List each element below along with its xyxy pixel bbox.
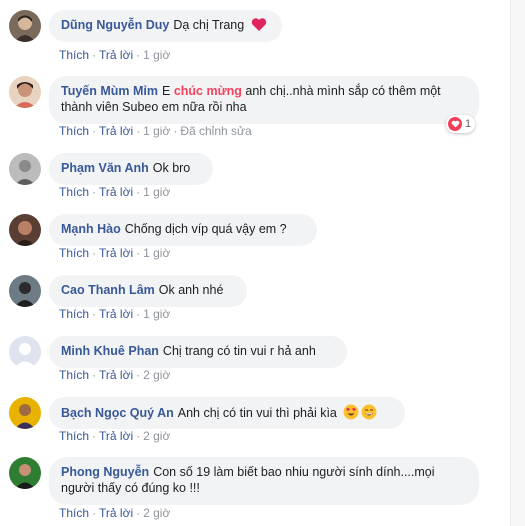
separator: · xyxy=(92,307,97,321)
timestamp[interactable]: 1 giờ xyxy=(143,124,170,138)
separator: · xyxy=(136,368,141,382)
separator: · xyxy=(136,185,141,199)
edited-label[interactable]: Đã chỉnh sửa xyxy=(180,124,251,138)
avatar[interactable] xyxy=(9,275,41,307)
comment-text: Chị trang có tin vui r hả anh xyxy=(162,344,316,358)
comment-text: Ok anh nhé xyxy=(158,283,224,297)
commenter-name[interactable]: Phạm Văn Anh xyxy=(61,161,149,175)
avatar[interactable] xyxy=(9,76,41,108)
separator: · xyxy=(173,124,178,138)
comment-text: Ok bro xyxy=(152,161,191,175)
timestamp[interactable]: 1 giờ xyxy=(143,246,170,260)
comment-actions: Thích · Trả lời · 2 giờ xyxy=(59,429,170,443)
commenter-name[interactable]: Minh Khuê Phan xyxy=(61,344,159,358)
separator: · xyxy=(92,124,97,138)
reply-link[interactable]: Trả lời xyxy=(99,368,133,382)
avatar[interactable] xyxy=(9,457,41,489)
scrollbar[interactable] xyxy=(510,0,525,526)
like-link[interactable]: Thích xyxy=(59,246,89,260)
avatar[interactable] xyxy=(9,153,41,185)
scrollbar-thumb[interactable] xyxy=(514,0,522,526)
comment-actions: Thích · Trả lời · 1 giờ xyxy=(59,185,170,199)
like-link[interactable]: Thích xyxy=(59,368,89,382)
commenter-name[interactable]: Cao Thanh Lâm xyxy=(61,283,155,297)
avatar[interactable] xyxy=(9,214,41,246)
reply-link[interactable]: Trả lời xyxy=(99,246,133,260)
reaction-count: 1 xyxy=(465,118,472,130)
timestamp[interactable]: 1 giờ xyxy=(143,185,170,199)
comment-text: Anh chị có tin vui thì phải kìa xyxy=(177,406,337,420)
timestamp[interactable]: 2 giờ xyxy=(143,429,170,443)
separator: · xyxy=(136,307,141,321)
comment-text: Dạ chị Trang xyxy=(173,18,245,32)
commenter-name[interactable]: Tuyến Mùm Mỉm xyxy=(61,84,158,98)
separator: · xyxy=(136,429,141,443)
reaction-count-badge[interactable]: 1 xyxy=(446,115,476,133)
separator: · xyxy=(92,368,97,382)
timestamp[interactable]: 2 giờ xyxy=(143,368,170,382)
comment-bubble: Tuyến Mùm Mỉm E chúc mừng anh chị..nhà mì… xyxy=(49,76,479,124)
separator: · xyxy=(92,429,97,443)
comment-bubble: Phạm Văn Anh Ok bro xyxy=(49,153,213,185)
like-link[interactable]: Thích xyxy=(59,307,89,321)
separator: · xyxy=(92,48,97,62)
comment-text: Chống dịch víp quá vậy em ? xyxy=(124,222,287,236)
comment-actions: Thích · Trả lời · 2 giờ xyxy=(59,368,170,382)
separator: · xyxy=(92,506,97,520)
comment-actions: Thích · Trả lời · 1 giờ xyxy=(59,48,170,62)
comment-bubble: Phong Nguyễn Con số 19 làm biết bao nhiu … xyxy=(49,457,479,505)
comment-bubble: Dũng Nguyễn Duy Dạ chị Trang xyxy=(49,10,282,42)
comment-actions: Thích · Trả lời · 2 giờ xyxy=(59,506,170,520)
avatar[interactable] xyxy=(9,10,41,42)
comment-text: anh chị..nhà mình sắp có thêm một xyxy=(245,84,441,98)
comment-text-prefix: E xyxy=(162,84,171,98)
reply-link[interactable]: Trả lời xyxy=(99,124,133,138)
commenter-name[interactable]: Phong Nguyễn xyxy=(61,465,149,479)
comment-text: Con số 19 làm biết bao nhiu người sính d… xyxy=(153,465,435,479)
comment-bubble: Mạnh Hào Chống dịch víp quá vậy em ? xyxy=(49,214,317,246)
commenter-name[interactable]: Mạnh Hào xyxy=(61,222,121,236)
comment-bubble: Bạch Ngọc Quý An Anh chị có tin vui thì p… xyxy=(49,397,405,429)
heart-emoji-icon xyxy=(251,18,266,31)
separator: · xyxy=(136,48,141,62)
love-reaction-icon xyxy=(448,117,462,131)
separator: · xyxy=(92,185,97,199)
heart-eyes-emoji-icon xyxy=(343,404,359,420)
comment-actions: Thích · Trả lời · 1 giờ xyxy=(59,307,170,321)
grin-emoji-icon xyxy=(361,404,377,420)
timestamp[interactable]: 2 giờ xyxy=(143,506,170,520)
like-link[interactable]: Thích xyxy=(59,124,89,138)
avatar[interactable] xyxy=(9,336,41,368)
timestamp[interactable]: 1 giờ xyxy=(143,307,170,321)
comment-text-line2: thành viên Subeo em nữa rồi nha xyxy=(61,100,247,114)
reply-link[interactable]: Trả lời xyxy=(99,185,133,199)
separator: · xyxy=(92,246,97,260)
comment-actions: Thích · Trả lời · 1 giờ · Đã chỉnh sửa xyxy=(59,124,252,138)
comment-bubble: Cao Thanh Lâm Ok anh nhé xyxy=(49,275,247,307)
separator: · xyxy=(136,246,141,260)
commenter-name[interactable]: Bạch Ngọc Quý An xyxy=(61,406,174,420)
like-link[interactable]: Thích xyxy=(59,48,89,62)
comment-text-line2: người thấy có đúng ko !!! xyxy=(61,481,200,495)
reply-link[interactable]: Trả lời xyxy=(99,429,133,443)
avatar[interactable] xyxy=(9,397,41,429)
comment-highlight-text: chúc mừng xyxy=(173,84,242,98)
like-link[interactable]: Thích xyxy=(59,429,89,443)
like-link[interactable]: Thích xyxy=(59,506,89,520)
timestamp[interactable]: 1 giờ xyxy=(143,48,170,62)
comment-bubble: Minh Khuê Phan Chị trang có tin vui r hả … xyxy=(49,336,347,368)
reply-link[interactable]: Trả lời xyxy=(99,506,133,520)
reply-link[interactable]: Trả lời xyxy=(99,48,133,62)
like-link[interactable]: Thích xyxy=(59,185,89,199)
separator: · xyxy=(136,506,141,520)
comment-actions: Thích · Trả lời · 1 giờ xyxy=(59,246,170,260)
reply-link[interactable]: Trả lời xyxy=(99,307,133,321)
commenter-name[interactable]: Dũng Nguyễn Duy xyxy=(61,18,169,32)
separator: · xyxy=(136,124,141,138)
